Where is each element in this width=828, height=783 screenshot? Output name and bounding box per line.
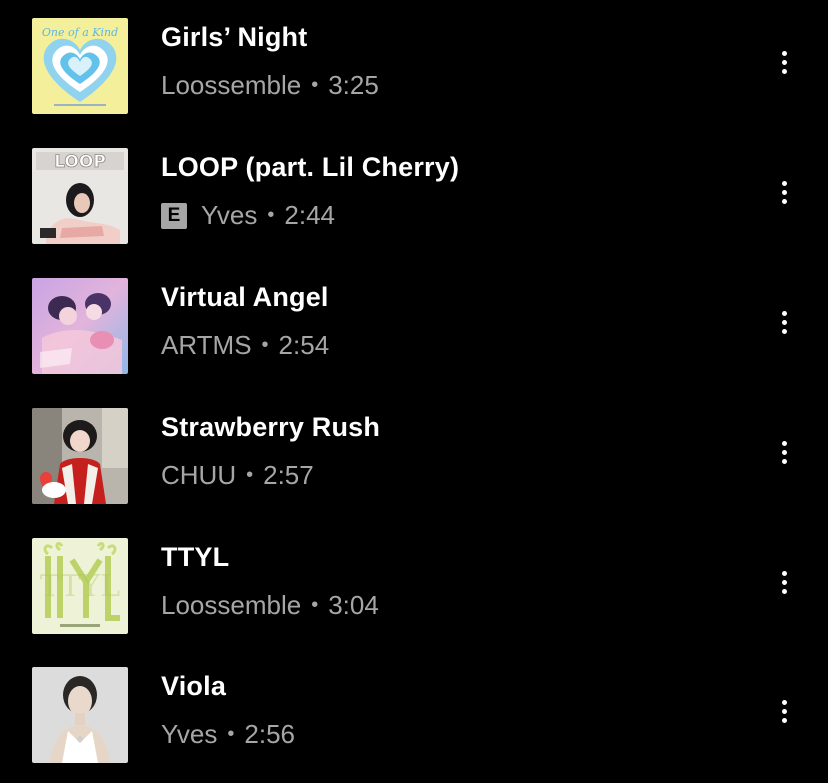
track-artist: CHUU <box>161 460 237 490</box>
track-meta: Loossemble • 3:04 <box>161 590 379 621</box>
track-duration: 2:44 <box>284 200 335 230</box>
more-vertical-icon[interactable] <box>766 174 802 210</box>
track-row[interactable]: TTYL TTYL Loossemble • 3:04 <box>0 534 828 654</box>
album-art-text: TTYL <box>40 569 120 604</box>
track-row[interactable]: Strawberry Rush CHUU • 2:57 <box>0 404 828 524</box>
more-vertical-icon[interactable] <box>766 434 802 470</box>
track-artist: ARTMS <box>161 330 252 360</box>
album-art-one-of-a-kind: One of a Kind <box>32 18 128 114</box>
album-art-virtual-angel <box>32 278 128 374</box>
track-artist: Yves <box>161 719 218 749</box>
track-meta: E Yves • 2:44 <box>161 200 335 231</box>
more-vertical-icon[interactable] <box>766 44 802 80</box>
more-vertical-icon[interactable] <box>766 564 802 600</box>
album-art-viola <box>32 667 128 763</box>
more-vertical-icon[interactable] <box>766 304 802 340</box>
explicit-badge: E <box>161 202 187 229</box>
track-title: Viola <box>161 671 227 701</box>
separator-dot: • <box>267 204 275 226</box>
track-title: Strawberry Rush <box>161 412 381 442</box>
track-duration: 2:54 <box>278 330 330 360</box>
track-title: Virtual Angel <box>161 282 329 312</box>
track-artist: Yves <box>201 200 258 230</box>
track-meta: ARTMS • 2:54 <box>161 330 329 361</box>
separator-dot: • <box>311 74 319 96</box>
track-duration: 2:56 <box>244 719 295 749</box>
album-art-loop: LOOP <box>32 148 128 244</box>
track-row[interactable]: One of a Kind Girls’ Night Loossemble • … <box>0 14 828 134</box>
track-title: LOOP (part. Lil Cherry) <box>161 152 460 182</box>
track-meta: Yves • 2:56 <box>161 719 295 750</box>
album-art-text: One of a Kind <box>42 26 118 39</box>
more-vertical-icon[interactable] <box>766 693 802 729</box>
track-meta: CHUU • 2:57 <box>161 460 314 491</box>
separator-dot: • <box>311 594 319 616</box>
track-title: TTYL <box>161 542 230 572</box>
separator-dot: • <box>227 723 235 745</box>
album-art-strawberry-rush <box>32 408 128 504</box>
track-list: One of a Kind Girls’ Night Loossemble • … <box>0 0 828 782</box>
track-meta: Loossemble • 3:25 <box>161 70 379 101</box>
track-duration: 3:04 <box>328 590 379 620</box>
track-artist: Loossemble <box>161 590 302 620</box>
separator-dot: • <box>246 464 254 486</box>
track-row[interactable]: LOOP LOOP (part. Lil Cherry) E Yves • 2:… <box>0 144 828 264</box>
album-art-ttyl: TTYL <box>32 538 128 634</box>
track-title: Girls’ Night <box>161 22 308 52</box>
track-duration: 2:57 <box>263 460 314 490</box>
track-duration: 3:25 <box>328 70 379 100</box>
track-artist: Loossemble <box>161 70 302 100</box>
track-row[interactable]: Virtual Angel ARTMS • 2:54 <box>0 274 828 394</box>
separator-dot: • <box>261 334 269 356</box>
album-art-text: LOOP <box>54 152 106 172</box>
track-row[interactable]: Viola Yves • 2:56 <box>0 663 828 783</box>
